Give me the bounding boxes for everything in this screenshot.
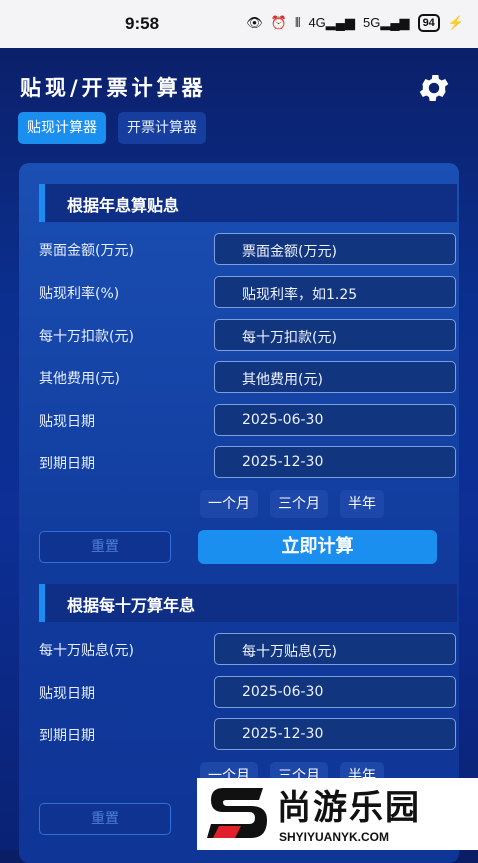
row-interest-per-100k: 每十万贴息(元) 每十万贴息(元) [39, 633, 456, 665]
row-maturity-date: 到期日期 2025-12-30 [39, 446, 456, 478]
other-fees-input[interactable]: 其他费用(元) [214, 361, 456, 393]
status-bar: 9:58 👁 ⏰ ⫴ 4G▂▄▆ 5G▂▄▆ 94 ⚡ [0, 0, 478, 48]
section-title: 根据每十万算年息 [67, 596, 196, 615]
field-label: 其他费用(元) [39, 371, 120, 387]
row-maturity-date-2: 到期日期 2025-12-30 [39, 718, 456, 750]
reset-button-2[interactable]: 重置 [39, 803, 171, 835]
status-time: 9:58 [125, 14, 160, 33]
gear-icon[interactable] [416, 70, 452, 106]
calculate-button[interactable]: 立即计算 [198, 530, 437, 564]
field-value: 每十万贴息(元) [242, 644, 337, 660]
calculator-tabs: 贴现计算器 开票计算器 [18, 112, 206, 144]
battery-level: 94 [422, 17, 435, 29]
row-discount-date: 贴现日期 2025-06-30 [39, 404, 456, 436]
one-month-button[interactable]: 一个月 [200, 490, 258, 518]
field-value: 贴现利率，如1.25 [242, 287, 358, 303]
field-value: 其他费用(元) [242, 372, 323, 388]
watermark-url: SHYIYUANYK.COM [279, 830, 390, 844]
half-year-button[interactable]: 半年 [340, 490, 384, 518]
discount-date-input-2[interactable]: 2025-06-30 [214, 676, 456, 708]
tab-invoice-calculator[interactable]: 开票计算器 [118, 112, 206, 144]
field-label: 贴现利率(%) [39, 286, 120, 302]
row-deduction-per-100k: 每十万扣款(元) 每十万扣款(元) [39, 319, 456, 351]
row-face-amount: 票面金额(万元) 票面金额(万元) [39, 233, 456, 265]
field-value: 2025-12-30 [242, 454, 324, 470]
signal-5g: 5G▂▄▆ [363, 15, 410, 30]
section-per-100k-header: 根据每十万算年息 [39, 584, 457, 622]
tab-discount-calculator[interactable]: 贴现计算器 [18, 112, 106, 144]
row-discount-date-2: 贴现日期 2025-06-30 [39, 676, 456, 708]
vibrate-icon: ⫴ [294, 15, 301, 30]
row-discount-rate: 贴现利率(%) 贴现利率，如1.25 [39, 276, 456, 308]
signal-4g: 4G▂▄▆ [308, 15, 355, 30]
field-label: 到期日期 [39, 456, 95, 472]
watermark-logo-icon [207, 788, 267, 838]
interest-per-100k-input[interactable]: 每十万贴息(元) [214, 633, 456, 665]
discount-date-input[interactable]: 2025-06-30 [214, 404, 456, 436]
field-value: 2025-06-30 [242, 684, 324, 700]
field-label: 每十万扣款(元) [39, 329, 134, 345]
net-label-5g: 5G [363, 15, 381, 30]
field-value: 票面金额(万元) [242, 244, 337, 260]
alarm-icon: ⏰ [270, 15, 287, 30]
quick-period-buttons: 一个月 三个月 半年 [200, 490, 384, 518]
calculator-card: 根据年息算贴息 票面金额(万元) 票面金额(万元) 贴现利率(%) 贴现利率，如… [19, 163, 459, 863]
eye-icon: 👁 [246, 15, 263, 30]
three-month-button[interactable]: 三个月 [270, 490, 328, 518]
site-watermark: 尚游乐园 SHYIYUANYK.COM [197, 778, 478, 850]
net-label-4g: 4G [308, 15, 326, 30]
field-label: 贴现日期 [39, 686, 95, 702]
section-annual-rate-header: 根据年息算贴息 [39, 184, 457, 222]
field-label: 票面金额(万元) [39, 243, 134, 259]
page-title: 贴现/开票计算器 [20, 76, 207, 100]
section-title: 根据年息算贴息 [67, 196, 180, 215]
battery-icon: 94 [417, 14, 440, 32]
field-label: 到期日期 [39, 728, 95, 744]
charging-icon: ⚡ [447, 15, 464, 30]
field-label: 每十万贴息(元) [39, 643, 134, 659]
discount-rate-input[interactable]: 贴现利率，如1.25 [214, 276, 456, 308]
maturity-date-input-2[interactable]: 2025-12-30 [214, 718, 456, 750]
reset-button[interactable]: 重置 [39, 531, 171, 563]
watermark-name: 尚游乐园 [277, 788, 421, 828]
field-value: 每十万扣款(元) [242, 330, 337, 346]
field-value: 2025-06-30 [242, 412, 324, 428]
maturity-date-input[interactable]: 2025-12-30 [214, 446, 456, 478]
status-icons: 👁 ⏰ ⫴ 4G▂▄▆ 5G▂▄▆ 94 ⚡ [246, 14, 464, 32]
row-other-fees: 其他费用(元) 其他费用(元) [39, 361, 456, 393]
face-amount-input[interactable]: 票面金额(万元) [214, 233, 456, 265]
field-value: 2025-12-30 [242, 726, 324, 742]
deduction-input[interactable]: 每十万扣款(元) [214, 319, 456, 351]
field-label: 贴现日期 [39, 414, 95, 430]
